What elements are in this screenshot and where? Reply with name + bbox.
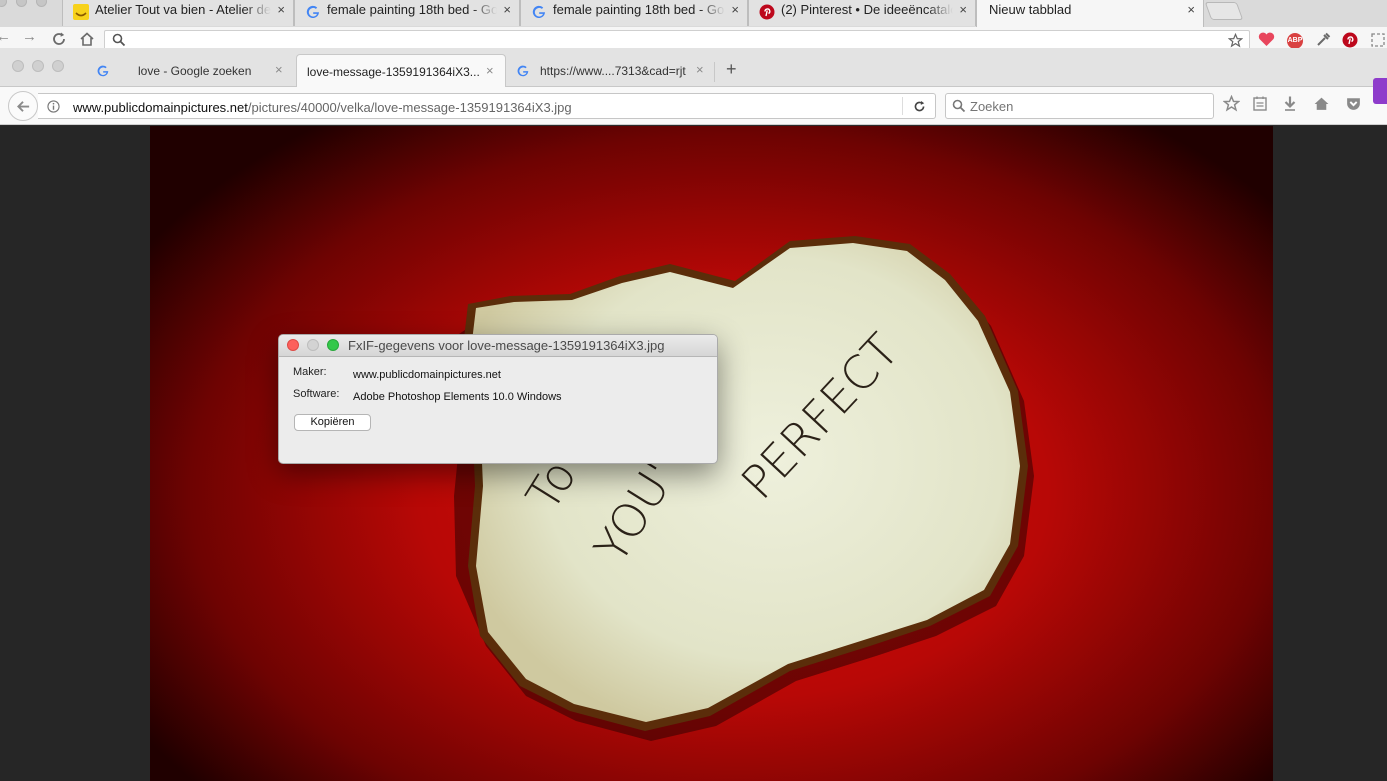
forward-arrow-icon[interactable]: → xyxy=(22,28,37,46)
info-icon[interactable] xyxy=(47,100,60,113)
outer-tab-google-2[interactable]: female painting 18th bed - Goo × xyxy=(520,0,748,26)
reload-icon[interactable] xyxy=(51,31,67,47)
inner-tab-url[interactable]: https://www....7313&cad=rjt × xyxy=(508,54,714,87)
url-separator xyxy=(902,97,903,115)
home-icon[interactable] xyxy=(79,31,95,47)
close-tab-icon[interactable]: × xyxy=(503,2,511,18)
adblock-extension-icon[interactable]: ABP xyxy=(1287,33,1303,49)
eyedropper-extension-icon[interactable] xyxy=(1315,32,1331,48)
outer-window-control[interactable] xyxy=(0,0,7,7)
outer-tab-title: (2) Pinterest • De ideeëncatalo xyxy=(781,2,953,17)
maker-value: www.publicdomainpictures.net xyxy=(353,369,501,381)
bookmark-star-icon[interactable] xyxy=(1223,95,1240,112)
outer-window-control[interactable] xyxy=(36,0,47,7)
inner-tab-strip: love - Google zoeken × love-message-1359… xyxy=(0,48,1387,87)
back-arrow-icon xyxy=(17,101,30,112)
copy-button[interactable]: Kopiëren xyxy=(294,414,371,431)
outer-tab-new-tab[interactable]: Nieuw tabblad × xyxy=(976,0,1204,28)
outer-tab-title: female painting 18th bed - Goo xyxy=(553,2,725,17)
dialog-zoom-button[interactable] xyxy=(327,339,339,351)
dialog-titlebar[interactable]: FxIF-gegevens voor love-message-13591913… xyxy=(279,335,717,357)
outer-tab-title: Atelier Tout va bien - Atelier de xyxy=(95,2,271,17)
close-tab-icon[interactable]: × xyxy=(275,63,283,77)
viewer-margin-right xyxy=(1273,126,1387,781)
inner-tab-love-message[interactable]: love-message-1359191364iX3.... × xyxy=(296,54,506,87)
pocket-icon[interactable] xyxy=(1345,95,1362,112)
close-tab-icon[interactable]: × xyxy=(959,2,967,18)
search-input[interactable] xyxy=(970,97,1206,115)
url-text: www.publicdomainpictures.net/pictures/40… xyxy=(73,100,572,115)
outer-tab-pinterest[interactable]: (2) Pinterest • De ideeëncatalo × xyxy=(748,0,976,26)
search-icon xyxy=(112,33,126,47)
back-arrow-icon[interactable]: ← xyxy=(0,28,11,46)
google-favicon-icon xyxy=(306,5,319,19)
outer-omnibox[interactable] xyxy=(104,30,1250,50)
close-tab-icon[interactable]: × xyxy=(696,63,704,77)
url-domain: www.publicdomainpictures.net xyxy=(73,100,248,115)
back-button[interactable] xyxy=(8,91,38,121)
inner-tab-title: love - Google zoeken xyxy=(138,64,252,78)
outer-window-control[interactable] xyxy=(16,0,27,7)
close-tab-icon[interactable]: × xyxy=(277,2,285,18)
screenshot-extension-icon[interactable] xyxy=(1370,32,1386,48)
smiley-favicon-icon xyxy=(73,4,89,20)
software-value: Adobe Photoshop Elements 10.0 Windows xyxy=(353,391,562,403)
outer-tab-google-1[interactable]: female painting 18th bed - Goo × xyxy=(294,0,520,26)
pinterest-extension-icon[interactable] xyxy=(1342,32,1358,48)
download-icon[interactable] xyxy=(1282,95,1298,112)
google-favicon-icon xyxy=(517,65,529,77)
inner-tab-title: https://www....7313&cad=rjt xyxy=(540,64,686,78)
outer-tab-title: female painting 18th bed - Goo xyxy=(327,2,497,17)
inner-navigation-bar: www.publicdomainpictures.net/pictures/40… xyxy=(0,78,1387,125)
viewer-margin-left xyxy=(0,126,150,781)
google-favicon-icon xyxy=(532,5,545,19)
inner-window-minimize-control[interactable] xyxy=(32,60,44,72)
outer-tab-title: Nieuw tabblad xyxy=(989,2,1072,17)
google-favicon-icon xyxy=(97,65,109,77)
url-path: /pictures/40000/velka/love-message-13591… xyxy=(247,100,572,115)
exif-dialog: FxIF-gegevens voor love-message-13591913… xyxy=(278,334,718,464)
dialog-title: FxIF-gegevens voor love-message-13591913… xyxy=(348,338,665,353)
search-bar[interactable] xyxy=(945,93,1214,119)
pinterest-favicon-icon xyxy=(759,4,775,20)
reload-icon[interactable] xyxy=(913,100,926,113)
inner-tab-title: love-message-1359191364iX3.... xyxy=(307,65,479,79)
close-tab-icon[interactable]: × xyxy=(486,64,494,78)
maker-label: Maker: xyxy=(293,366,327,378)
home-icon[interactable] xyxy=(1313,95,1330,112)
bookmark-star-icon[interactable] xyxy=(1228,33,1243,48)
inner-window-close-control[interactable] xyxy=(12,60,24,72)
dialog-minimize-button[interactable] xyxy=(307,339,319,351)
inner-tab-google-search[interactable]: love - Google zoeken × xyxy=(84,54,294,87)
url-bar[interactable]: www.publicdomainpictures.net/pictures/40… xyxy=(38,93,936,119)
inner-window-zoom-control[interactable] xyxy=(52,60,64,72)
outer-new-tab-button[interactable] xyxy=(1204,2,1244,20)
close-tab-icon[interactable]: × xyxy=(731,2,739,18)
extension-badge[interactable] xyxy=(1373,78,1387,104)
new-tab-button[interactable]: + xyxy=(726,60,737,78)
outer-tab-strip: Atelier Tout va bien - Atelier de × fema… xyxy=(0,0,1387,28)
dialog-close-button[interactable] xyxy=(287,339,299,351)
search-icon xyxy=(952,99,966,113)
reading-list-icon[interactable] xyxy=(1252,95,1268,112)
software-label: Software: xyxy=(293,388,340,400)
heart-extension-icon[interactable] xyxy=(1258,32,1275,47)
outer-tab-atelier[interactable]: Atelier Tout va bien - Atelier de × xyxy=(62,0,294,26)
tab-separator xyxy=(714,62,715,82)
close-tab-icon[interactable]: × xyxy=(1187,2,1195,18)
